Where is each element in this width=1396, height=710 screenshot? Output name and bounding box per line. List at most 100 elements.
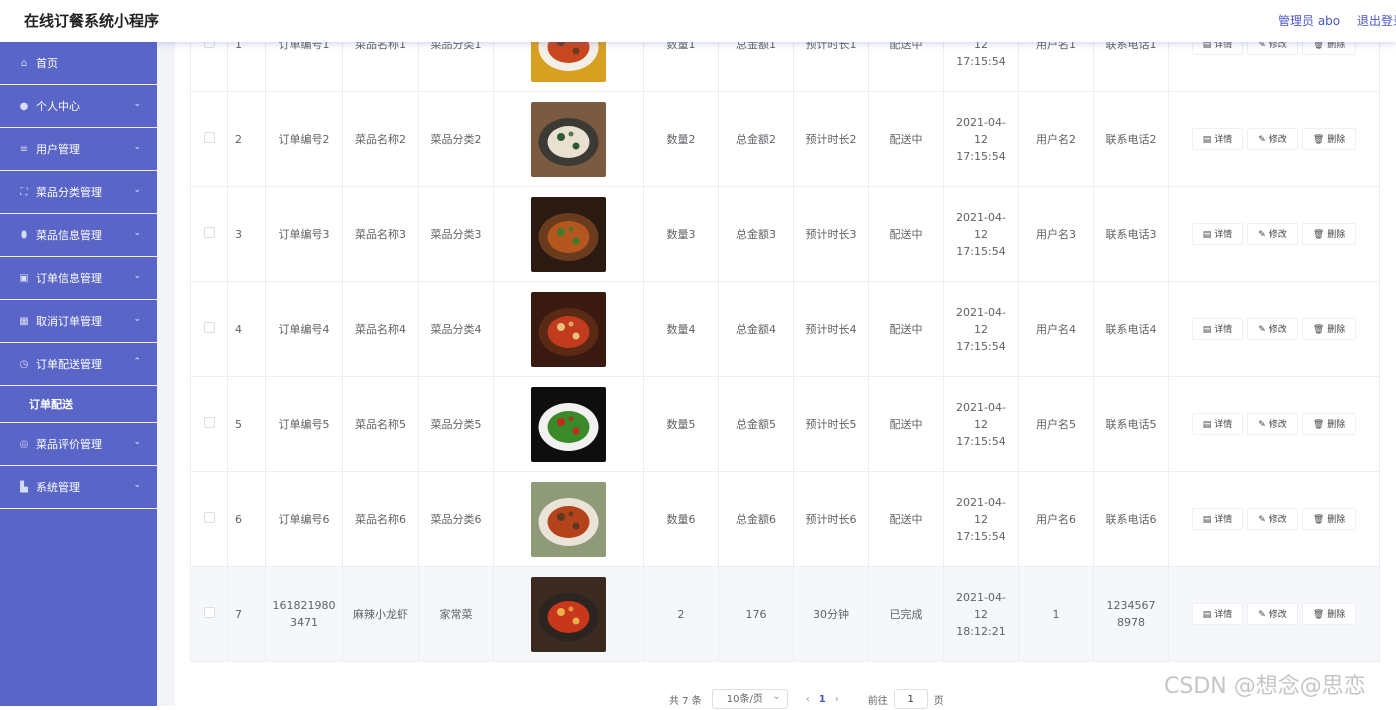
table-row: 5 订单编号5 菜品名称5 菜品分类5 数量5 总金额5 预计时长5 配送中 2021-04-1… (190, 376, 1380, 472)
username-cell: 用户名5 (1018, 376, 1094, 472)
sidebar: ⌂ 首页 ● 个人中心 ⌄ ≡ 用户管理 ⌄ ⛶ 菜品分类管理 ⌄ ⬮ 菜品信息管理 ⌄ ▣ 订单信息管理 ⌄ ▦… (0, 42, 157, 706)
sidebar-item[interactable]: ⌂ 首页 (0, 42, 157, 85)
edit-button[interactable]: ✎ 修改 (1247, 318, 1298, 340)
detail-button[interactable]: ▤ 详情 (1191, 223, 1244, 245)
sidebar-item[interactable]: ⛶ 菜品分类管理 ⌄ (0, 171, 157, 214)
status-cell: 配送中 (868, 186, 944, 282)
eta-cell: 预计时长5 (793, 376, 869, 472)
edit-button[interactable]: ✎ 修改 (1247, 223, 1298, 245)
sidebar-item[interactable]: ▙ 系统管理 ⌄ (0, 466, 157, 509)
phone-cell: 12345678978 (1093, 566, 1169, 662)
prev-page-button[interactable]: ‹ (806, 694, 810, 705)
edit-label: 修改 (1268, 515, 1287, 525)
chevron-icon: ⌄ (133, 480, 141, 490)
qty-cell: 数量4 (643, 281, 719, 377)
sidebar-item-label: 订单配送管理 (36, 358, 102, 371)
sidebar-item[interactable]: ≡ 用户管理 ⌄ (0, 128, 157, 171)
order-no-cell: 订单编号4 (265, 281, 343, 377)
pencil-icon: ✎ (1258, 325, 1266, 335)
current-page[interactable]: 1 (819, 694, 826, 705)
detail-label: 详情 (1214, 325, 1233, 335)
detail-button[interactable]: ▤ 详情 (1191, 413, 1244, 435)
row-checkbox-cell (190, 186, 228, 282)
next-page-button[interactable]: › (835, 694, 839, 705)
dish-name-cell: 菜品名称3 (342, 186, 419, 282)
sidebar-item-label: 首页 (36, 57, 58, 70)
sidebar-item[interactable]: ▦ 取消订单管理 ⌄ (0, 300, 157, 343)
category-cell: 菜品分类5 (418, 376, 494, 472)
delete-button[interactable]: 🗑 删除 (1301, 508, 1357, 530)
trash-icon: 🗑 (1312, 515, 1325, 525)
dish-image (531, 386, 606, 462)
index-cell: 7 (227, 566, 266, 662)
sidebar-item[interactable]: ◎ 菜品评价管理 ⌄ (0, 423, 157, 466)
dish-name-cell: 菜品名称5 (342, 376, 419, 472)
logout-link[interactable]: 退出登录 (1357, 12, 1396, 29)
delete-button[interactable]: 🗑 删除 (1301, 223, 1357, 245)
page-size-select[interactable]: 10条/页 (711, 687, 788, 709)
delete-button[interactable]: 🗑 删除 (1301, 128, 1357, 150)
index-cell: 6 (227, 471, 266, 567)
delete-label: 删除 (1327, 135, 1346, 145)
compass-icon: ◎ (19, 438, 29, 450)
sidebar-item[interactable]: ◷ 订单配送管理 ⌃ (0, 343, 157, 386)
dish-name-cell: 菜品名称4 (342, 281, 419, 377)
table-row: 7 1618219803471 麻辣小龙虾 家常菜 2 176 30分钟 已完成 2021-04… (190, 566, 1380, 662)
time-cell: 2021-04-12 17:15:54 (943, 186, 1019, 282)
total-count: 共 7 条 (669, 695, 702, 707)
image-cell (493, 471, 644, 567)
row-checkbox[interactable] (203, 226, 215, 238)
trash-icon: 🗑 (1312, 135, 1325, 145)
detail-button[interactable]: ▤ 详情 (1191, 128, 1244, 150)
actions-cell: ▤ 详情 ✎ 修改 🗑 删除 (1168, 91, 1380, 187)
actions-cell: ▤ 详情 ✎ 修改 🗑 删除 (1168, 376, 1380, 472)
edit-button[interactable]: ✎ 修改 (1247, 603, 1298, 625)
row-checkbox[interactable] (203, 321, 215, 333)
edit-button[interactable]: ✎ 修改 (1247, 413, 1298, 435)
sidebar-subitem-delivery[interactable]: 订单配送 (0, 386, 157, 423)
row-checkbox[interactable] (203, 131, 215, 143)
eta-cell: 预计时长6 (793, 471, 869, 567)
image-cell (493, 186, 644, 282)
row-checkbox[interactable] (203, 511, 215, 523)
sidebar-item[interactable]: ▣ 订单信息管理 ⌄ (0, 257, 157, 300)
delete-button[interactable]: 🗑 删除 (1301, 413, 1357, 435)
sidebar-item[interactable]: ⬮ 菜品信息管理 ⌄ (0, 214, 157, 257)
category-cell: 家常菜 (418, 566, 494, 662)
dish-name-cell: 麻辣小龙虾 (342, 566, 419, 662)
sidebar-item-label: 菜品评价管理 (36, 438, 102, 451)
delete-label: 删除 (1327, 230, 1346, 240)
row-checkbox-cell (190, 281, 228, 377)
delete-button[interactable]: 🗑 删除 (1301, 603, 1357, 625)
detail-button[interactable]: ▤ 详情 (1191, 508, 1244, 530)
pencil-icon: ✎ (1258, 515, 1266, 525)
sidebar-item[interactable]: ● 个人中心 ⌄ (0, 85, 157, 128)
time-cell: 2021-04-12 17:15:54 (943, 281, 1019, 377)
clipboard-icon: ▣ (19, 272, 29, 284)
category-cell: 菜品分类3 (418, 186, 494, 282)
sidebar-item-label: 订单信息管理 (36, 272, 102, 285)
user-icon: ● (19, 100, 29, 112)
phone-cell: 联系电话6 (1093, 471, 1169, 567)
goto-page-input[interactable]: 1 (893, 689, 928, 709)
sidebar-item-label: 取消订单管理 (36, 315, 102, 328)
row-checkbox-cell (190, 91, 228, 187)
actions-cell: ▤ 详情 ✎ 修改 🗑 删除 (1168, 186, 1380, 282)
dish-name-cell: 菜品名称6 (342, 471, 419, 567)
trash-icon: 🗑 (1312, 325, 1325, 335)
phone-cell: 联系电话5 (1093, 376, 1169, 472)
main-content: 1订单编号1菜品名称1菜品分类1数量1总金额1预计时长1配送中2021-04-1… (157, 0, 1396, 709)
delete-button[interactable]: 🗑 删除 (1301, 318, 1357, 340)
sidebar-item-label: 菜品分类管理 (36, 186, 102, 199)
index-cell: 4 (227, 281, 266, 377)
detail-button[interactable]: ▤ 详情 (1191, 318, 1244, 340)
detail-button[interactable]: ▤ 详情 (1191, 603, 1244, 625)
image-cell (493, 566, 644, 662)
phone-cell: 联系电话2 (1093, 91, 1169, 187)
edit-button[interactable]: ✎ 修改 (1247, 128, 1298, 150)
row-checkbox[interactable] (203, 416, 215, 428)
row-checkbox[interactable] (203, 606, 215, 618)
app-title: 在线订餐系统小程序 (24, 12, 160, 30)
edit-button[interactable]: ✎ 修改 (1247, 508, 1298, 530)
edit-label: 修改 (1268, 230, 1287, 240)
